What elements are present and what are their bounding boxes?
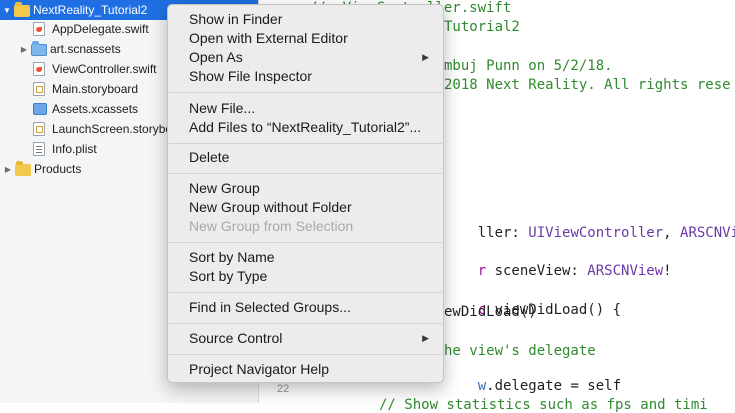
menu-item-show-file-inspector[interactable]: Show File Inspector — [168, 67, 443, 86]
menu-item-new-group-without-folder[interactable]: New Group without Folder — [168, 198, 443, 217]
code-line: 2018 Next Reality. All rights rese — [444, 77, 731, 93]
navigator-item-label: Info.plist — [52, 142, 97, 156]
submenu-arrow-icon: ▶ — [422, 333, 429, 343]
menu-item-label: Open As — [189, 49, 243, 65]
asset-catalog-icon — [33, 102, 48, 116]
storyboard-file-icon — [33, 82, 48, 96]
menu-separator — [169, 92, 442, 93]
menu-item-open-as[interactable]: Open As ▶ — [168, 48, 443, 67]
menu-item-project-navigator-help[interactable]: Project Navigator Help — [168, 360, 443, 379]
code-line: he view's delegate — [444, 343, 596, 359]
swift-file-icon — [33, 22, 48, 36]
menu-item-show-in-finder[interactable]: Show in Finder — [168, 10, 443, 29]
navigator-item-label: art.scnassets — [50, 42, 121, 56]
code-line: mbuj Punn on 5/2/18. — [444, 58, 613, 74]
menu-separator — [169, 173, 442, 174]
yellow-folder-icon — [15, 161, 31, 176]
navigator-item-label: Products — [34, 162, 82, 176]
navigator-item-label: Assets.xcassets — [52, 102, 139, 116]
menu-item-open-external-editor[interactable]: Open with External Editor — [168, 29, 443, 48]
menu-item-new-file[interactable]: New File... — [168, 99, 443, 118]
menu-item-sort-by-name[interactable]: Sort by Name — [168, 248, 443, 267]
menu-item-source-control[interactable]: Source Control ▶ — [168, 329, 443, 348]
navigator-item-label: AppDelegate.swift — [52, 22, 149, 36]
menu-separator — [169, 143, 442, 144]
menu-separator — [169, 242, 442, 243]
menu-item-new-group-from-selection: New Group from Selection — [189, 218, 354, 234]
menu-item-sort-by-type[interactable]: Sort by Type — [168, 267, 443, 286]
code-line: Tutorial2 — [444, 19, 520, 35]
blue-folder-icon — [31, 41, 47, 56]
menu-separator — [169, 292, 442, 293]
line-number: 22 — [277, 383, 290, 395]
code-line: // Show statistics such as fps and timi — [379, 397, 708, 413]
storyboard-file-icon — [33, 122, 48, 136]
menu-item-new-group[interactable]: New Group — [168, 179, 443, 198]
menu-separator — [169, 323, 442, 324]
menu-separator — [169, 354, 442, 355]
context-menu: Show in Finder Open with External Editor… — [167, 4, 444, 383]
submenu-arrow-icon: ▶ — [422, 52, 429, 62]
menu-item-add-files[interactable]: Add Files to “NextReality_Tutorial2”... — [168, 118, 443, 137]
menu-item-find-in-selected-groups[interactable]: Find in Selected Groups... — [168, 298, 443, 317]
menu-item-label: Source Control — [189, 330, 283, 346]
menu-item-delete[interactable]: Delete — [168, 148, 443, 167]
navigator-item-label: NextReality_Tutorial2 — [33, 3, 148, 17]
disclosure-right-icon[interactable]: ▶ — [19, 39, 29, 59]
swift-file-icon — [33, 62, 48, 76]
code-line: ewDidLoad() — [444, 304, 537, 320]
navigator-item-label: Main.storyboard — [52, 82, 139, 96]
navigator-item-label: ViewController.swift — [52, 62, 157, 76]
plist-file-icon — [33, 142, 48, 156]
disclosure-down-icon[interactable]: ▼ — [2, 0, 12, 20]
yellow-folder-icon — [14, 2, 30, 17]
disclosure-right-icon[interactable]: ▶ — [3, 159, 13, 179]
